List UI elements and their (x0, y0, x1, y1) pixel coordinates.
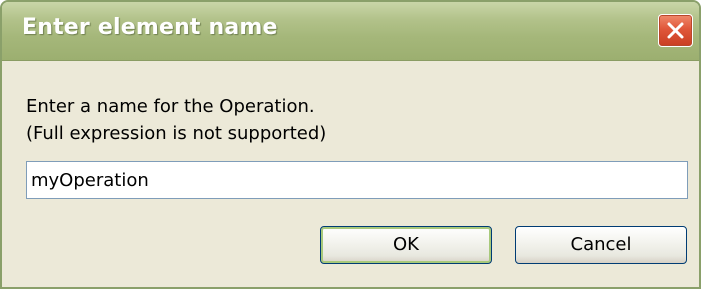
dialog-window: Enter element name Enter a name for the … (0, 0, 701, 289)
element-name-input[interactable] (26, 161, 688, 199)
dialog-title: Enter element name (22, 15, 278, 40)
dialog-body: Enter a name for the Operation. (Full ex… (2, 61, 699, 287)
prompt-text: Enter a name for the Operation. (Full ex… (26, 93, 326, 147)
close-button[interactable] (658, 14, 693, 47)
ok-button[interactable]: OK (320, 226, 492, 264)
close-icon (667, 22, 684, 39)
prompt-line-1: Enter a name for the Operation. (26, 96, 315, 117)
title-bar[interactable]: Enter element name (2, 2, 699, 61)
prompt-line-2: (Full expression is not supported) (26, 123, 327, 144)
cancel-button[interactable]: Cancel (515, 226, 687, 264)
